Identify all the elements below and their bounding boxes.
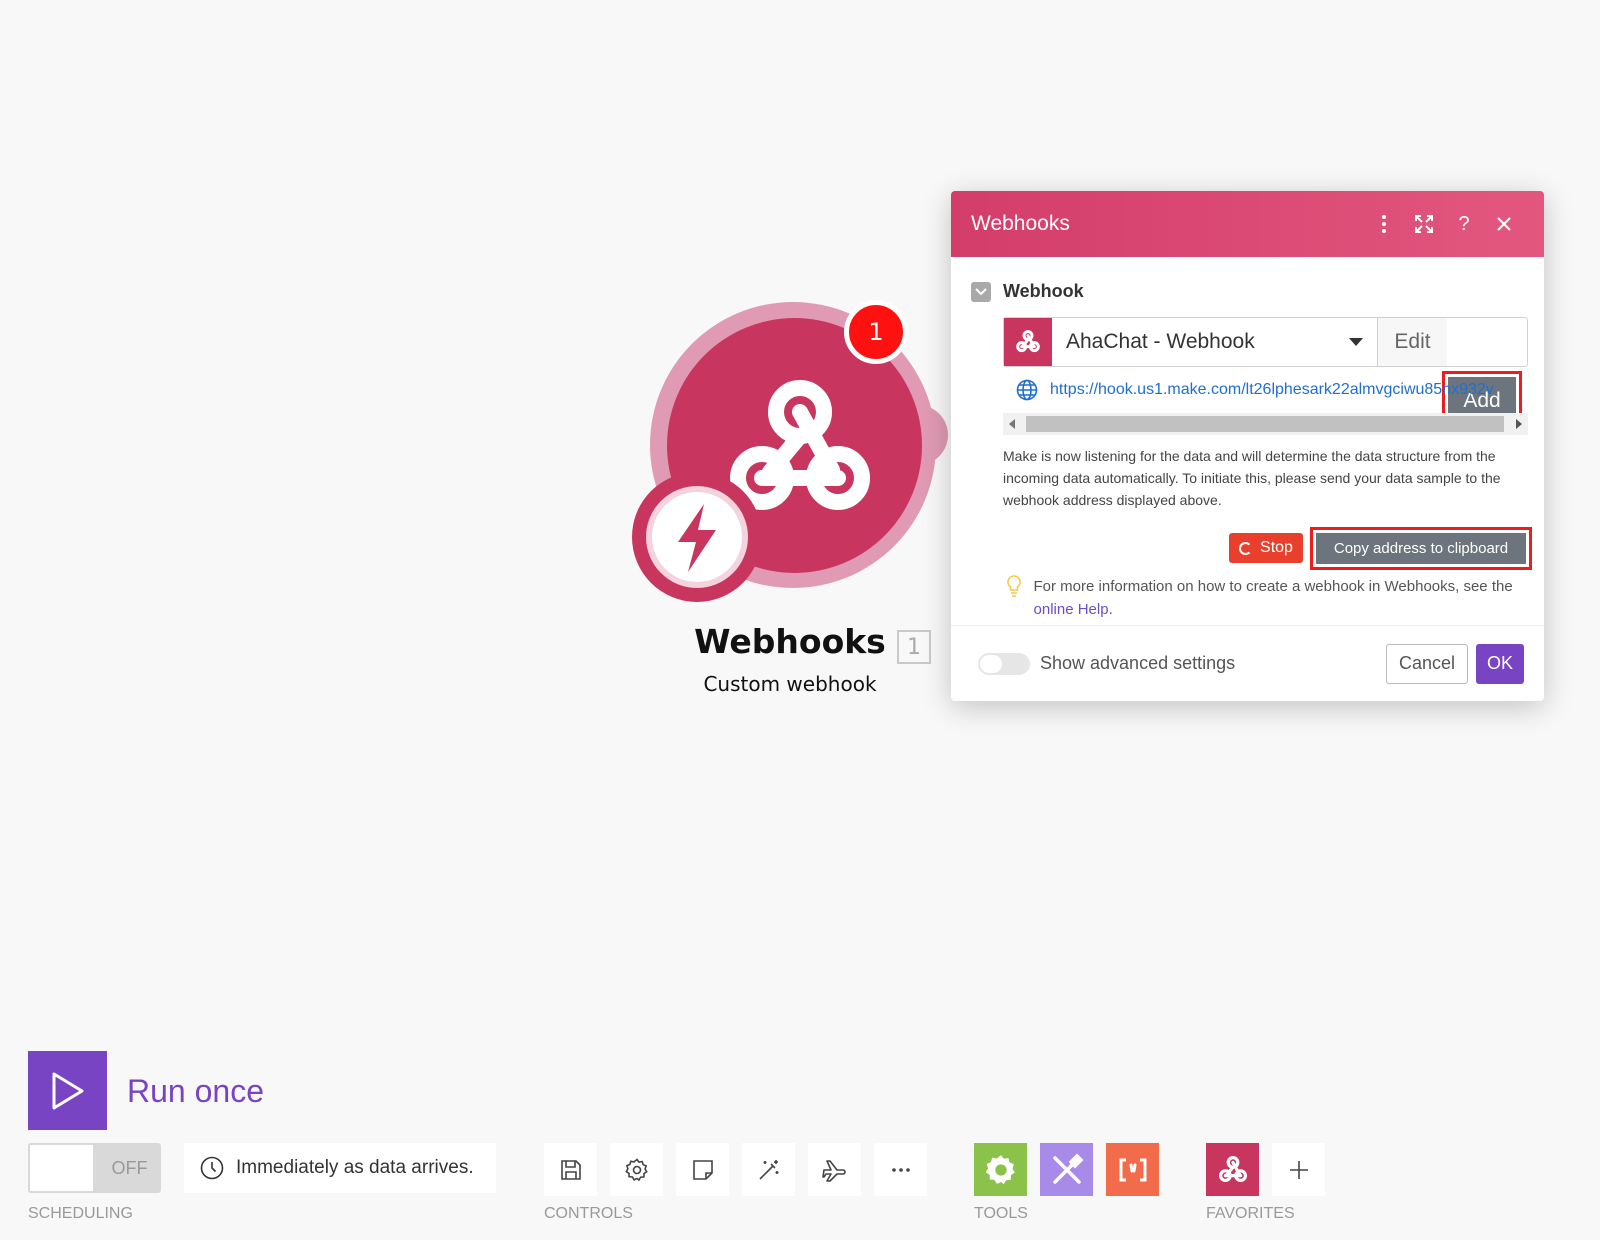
more-controls-button[interactable] (874, 1143, 927, 1196)
play-icon (52, 1072, 83, 1109)
webhook-favorite-icon (1218, 1155, 1247, 1182)
plus-icon (1289, 1160, 1308, 1179)
save-icon (560, 1159, 581, 1180)
magic-wand-icon (758, 1159, 778, 1180)
webhook-selector: AhaChat - Webhook Edit (1003, 317, 1528, 367)
advanced-settings-toggle[interactable] (978, 652, 1030, 675)
advanced-settings-label[interactable]: Show advanced settings (1040, 653, 1386, 674)
run-once-button[interactable] (28, 1051, 107, 1130)
favorite-webhooks-button[interactable] (1206, 1143, 1259, 1196)
help-note: For more information on how to create a … (1006, 575, 1526, 621)
help-suffix: . (1108, 601, 1113, 618)
gear-tool-icon (985, 1154, 1015, 1184)
auto-align-button[interactable] (742, 1143, 795, 1196)
cancel-button[interactable]: Cancel (1385, 643, 1468, 684)
scrollbar-thumb[interactable] (1026, 416, 1504, 432)
webhook-url[interactable]: https://hook.us1.make.com/lt26lphesark22… (1050, 381, 1494, 399)
scheduling-toggle[interactable]: OFF (28, 1143, 161, 1193)
help-icon[interactable]: ? (1444, 204, 1484, 244)
spinner-icon (1239, 541, 1253, 555)
schedule-text: Immediately as data arrives. (236, 1157, 474, 1178)
schedule-setting[interactable]: Immediately as data arrives. (184, 1143, 496, 1193)
tools-label: TOOLS (974, 1205, 1028, 1222)
webhook-section-header[interactable]: Webhook (971, 281, 1084, 302)
tools-gear-button[interactable] (974, 1143, 1027, 1196)
trigger-indicator (632, 472, 762, 602)
help-text: For more information on how to create a … (1033, 578, 1513, 595)
edit-button[interactable]: Edit (1377, 318, 1447, 366)
webhook-select[interactable]: AhaChat - Webhook (1052, 318, 1377, 366)
favorites-label: FAVORITES (1206, 1205, 1295, 1222)
lightning-icon (678, 504, 716, 572)
webhooks-dialog: Webhooks ? Webhook AhaChat - Webhook Edi… (951, 191, 1544, 701)
add-favorite-button[interactable] (1272, 1143, 1325, 1196)
scroll-right-arrow-icon[interactable] (1516, 419, 1522, 429)
ok-button[interactable]: OK (1476, 643, 1524, 684)
stop-button-label: Stop (1260, 539, 1293, 556)
module-badge: 1 (844, 300, 908, 364)
webhook-select-value: AhaChat - Webhook (1066, 330, 1255, 353)
copy-button-highlight: Copy address to clipboard (1310, 527, 1532, 570)
toggle-knob (30, 1145, 93, 1191)
dialog-footer: Show advanced settings Cancel OK (951, 625, 1544, 701)
tools-icon (1052, 1153, 1083, 1184)
airplane-icon (821, 1159, 846, 1182)
globe-icon (1016, 379, 1038, 401)
module-title[interactable]: Webhooks (640, 622, 940, 661)
explain-flow-button[interactable] (808, 1143, 861, 1196)
webhook-section-label: Webhook (1003, 281, 1084, 301)
dialog-title: Webhooks (971, 212, 1070, 235)
scheduling-label: SCHEDULING (28, 1205, 133, 1222)
run-once-label[interactable]: Run once (127, 1073, 264, 1110)
clock-icon (200, 1156, 224, 1180)
expand-icon[interactable] (1404, 204, 1444, 244)
more-vertical-icon[interactable] (1364, 204, 1404, 244)
controls-label: CONTROLS (544, 1205, 633, 1222)
copy-address-button[interactable]: Copy address to clipboard (1316, 533, 1526, 564)
online-help-link[interactable]: online Help (1034, 601, 1109, 618)
brackets-icon (1119, 1158, 1146, 1181)
stop-button[interactable]: Stop (1229, 533, 1303, 563)
scenario-settings-button[interactable] (610, 1143, 663, 1196)
webhooks-module[interactable]: 1 Webhooks 1 Custom webhook (632, 300, 960, 720)
save-button[interactable] (544, 1143, 597, 1196)
tools-flow-button[interactable] (1040, 1143, 1093, 1196)
collapse-chevron-icon[interactable] (971, 281, 991, 302)
webhook-small-icon (1004, 318, 1052, 366)
chevron-down-icon (1349, 338, 1363, 346)
scroll-left-arrow-icon[interactable] (1009, 419, 1015, 429)
module-subtitle: Custom webhook (703, 672, 877, 696)
lightbulb-icon (1006, 575, 1024, 621)
close-icon[interactable] (1484, 204, 1524, 244)
dialog-header: Webhooks ? (951, 191, 1544, 257)
toggle-state: OFF (111, 1157, 148, 1178)
tools-text-parser-button[interactable] (1106, 1143, 1159, 1196)
url-horizontal-scrollbar[interactable] (1003, 413, 1528, 435)
settings-icon (624, 1157, 648, 1181)
webhook-url-row: https://hook.us1.make.com/lt26lphesark22… (1016, 379, 1528, 401)
more-horizontal-icon (891, 1167, 910, 1172)
module-number: 1 (897, 630, 931, 664)
listening-info-text: Make is now listening for the data and w… (1003, 448, 1501, 508)
notes-button[interactable] (676, 1143, 729, 1196)
note-icon (692, 1159, 713, 1180)
